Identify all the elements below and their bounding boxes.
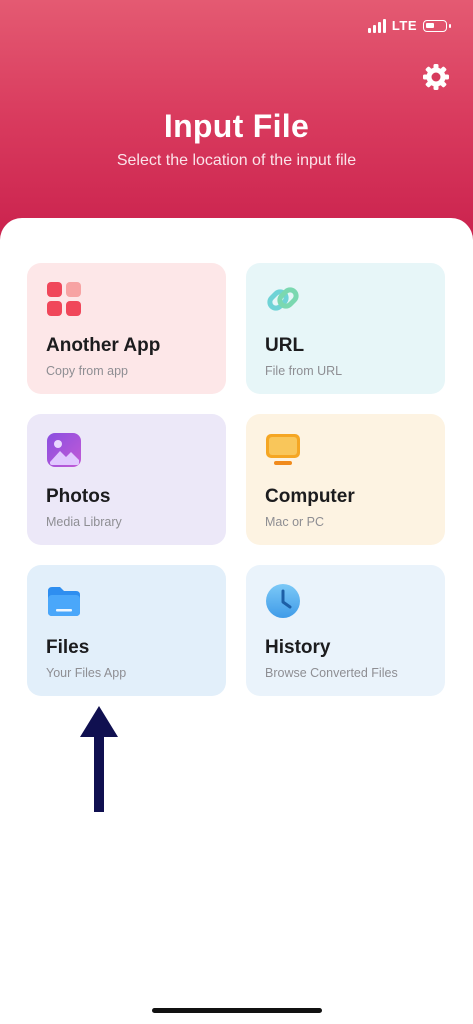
page-title: Input File <box>163 108 310 144</box>
card-title: Files <box>46 637 90 658</box>
photos-card[interactable]: Photos Media Library <box>27 414 226 545</box>
network-label: LTE <box>391 18 417 33</box>
status-bar: LTE <box>367 18 451 33</box>
battery-icon <box>423 19 451 32</box>
card-subtitle: Mac or PC <box>265 515 325 529</box>
apps-grid-icon <box>47 282 81 316</box>
link-icon <box>267 287 299 311</box>
card-title: Another App <box>46 335 161 356</box>
card-title: URL <box>265 335 305 356</box>
files-card[interactable]: Files Your Files App <box>27 565 226 696</box>
card-title: Computer <box>265 486 355 507</box>
card-subtitle: Media Library <box>46 515 122 529</box>
card-subtitle: Your Files App <box>46 666 127 680</box>
card-title: Photos <box>46 486 111 507</box>
home-indicator[interactable] <box>152 1008 322 1013</box>
url-card[interactable]: URL File from URL <box>246 263 445 394</box>
options-sheet: Another App Copy from app URL File from … <box>0 218 473 1024</box>
card-title: History <box>265 637 331 658</box>
history-card[interactable]: History Browse Converted Files <box>246 565 445 696</box>
photo-icon <box>47 433 81 467</box>
folder-icon <box>48 587 80 616</box>
signal-icon <box>367 18 386 33</box>
monitor-icon <box>266 434 300 465</box>
page-subtitle: Select the location of the input file <box>116 152 357 169</box>
another-app-card[interactable]: Another App Copy from app <box>27 263 226 394</box>
clock-icon <box>266 584 300 618</box>
computer-card[interactable]: Computer Mac or PC <box>246 414 445 545</box>
card-subtitle: File from URL <box>265 364 343 378</box>
card-subtitle: Copy from app <box>46 364 128 378</box>
annotation-arrow-icon <box>80 706 118 812</box>
settings-gear-icon[interactable] <box>421 62 451 92</box>
card-subtitle: Browse Converted Files <box>265 666 398 680</box>
